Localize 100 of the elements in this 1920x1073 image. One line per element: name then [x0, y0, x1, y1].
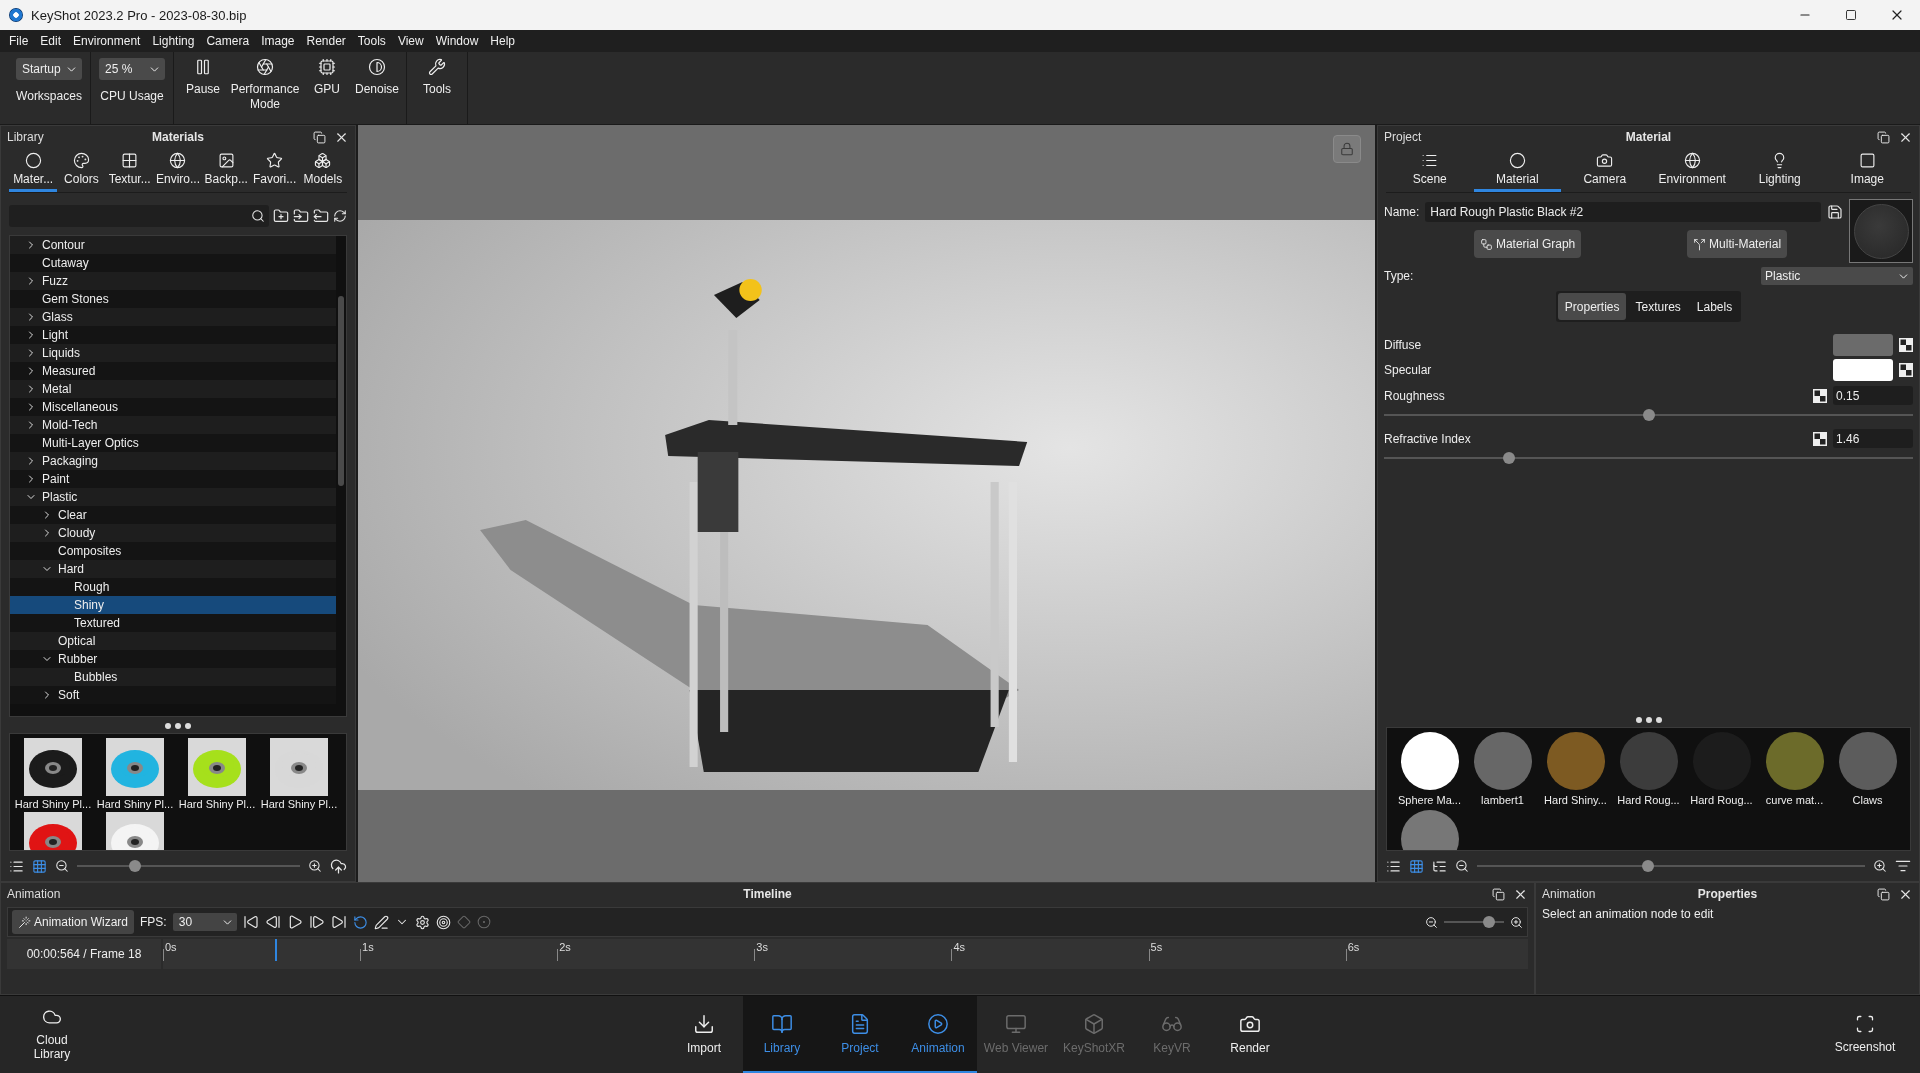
wizard-button[interactable]: Animation Wizard: [12, 910, 135, 934]
menu-item[interactable]: Camera: [200, 34, 256, 48]
tree-item[interactable]: Light: [10, 326, 336, 344]
save-icon: [1827, 204, 1843, 220]
menu-item[interactable]: Lighting: [146, 34, 201, 48]
slider-thumb[interactable]: [128, 860, 141, 872]
dock-button[interactable]: Cloud Library: [0, 996, 104, 1073]
tree-item[interactable]: Optical: [10, 632, 336, 650]
slider-thumb[interactable]: [1483, 916, 1495, 928]
zoom-slider[interactable]: [77, 860, 300, 872]
project-tab[interactable]: Environment: [1648, 148, 1736, 192]
tree-item[interactable]: Soft: [10, 686, 336, 704]
value-field[interactable]: 0.15: [1833, 386, 1913, 405]
tree-item[interactable]: Fuzz: [10, 272, 336, 290]
slider-thumb[interactable]: [1503, 452, 1516, 464]
tree-item[interactable]: Gem Stones: [10, 290, 336, 308]
tree-item[interactable]: Clear: [10, 506, 336, 524]
menu-item[interactable]: Tools: [351, 34, 392, 48]
project-tab[interactable]: Camera: [1561, 148, 1649, 192]
library-tab[interactable]: Enviro...: [153, 148, 203, 192]
dock-button[interactable]: Library: [743, 996, 821, 1073]
project-tab[interactable]: Scene: [1386, 148, 1474, 192]
diamond-icon: [456, 915, 471, 929]
toolbar-button[interactable]: GPU: [302, 52, 352, 124]
toolbar-button[interactable]: Performance Mode: [228, 52, 302, 124]
tree-item[interactable]: Textured: [10, 614, 336, 632]
menu-item[interactable]: View: [391, 34, 430, 48]
dock-button[interactable]: Animation: [899, 996, 977, 1073]
tree-item[interactable]: Shiny: [10, 596, 336, 614]
property-slider[interactable]: [1384, 452, 1913, 464]
menu-item[interactable]: Edit: [34, 34, 68, 48]
camera-icon: [1596, 152, 1614, 169]
search-field[interactable]: [9, 205, 269, 227]
menu-item[interactable]: Render: [300, 34, 352, 48]
dock-button[interactable]: Import: [665, 996, 743, 1073]
property-label: Diffuse: [1384, 337, 1423, 352]
menu-item[interactable]: File: [3, 34, 35, 48]
thumbnail-label: Hard Shiny Pl...: [178, 798, 256, 810]
tree-item[interactable]: Glass: [10, 308, 336, 326]
cubes-icon: [314, 152, 332, 169]
library-tab[interactable]: Mater...: [9, 148, 58, 192]
action-button[interactable]: Material Graph: [1473, 230, 1582, 258]
sub-tab[interactable]: Properties: [1557, 293, 1627, 320]
material-ball[interactable]: [1400, 732, 1459, 790]
tree-item[interactable]: Mold-Tech: [10, 416, 336, 434]
sub-tab[interactable]: Labels: [1689, 293, 1740, 320]
tree-item[interactable]: Measured: [10, 362, 336, 380]
tree-item[interactable]: Bubbles: [10, 668, 336, 686]
zoom-in-icon: [1510, 915, 1523, 929]
menu-item[interactable]: Help: [484, 34, 522, 48]
tree-view-icon: [1432, 858, 1447, 874]
playhead[interactable]: [274, 939, 277, 961]
project-tab[interactable]: Image: [1823, 148, 1911, 192]
fps-dropdown[interactable]: 30: [172, 913, 237, 931]
menu-item[interactable]: Window: [429, 34, 485, 48]
tree-item[interactable]: Contour: [10, 236, 336, 254]
toolbar-button[interactable]: Pause: [178, 52, 228, 124]
library-tab[interactable]: Colors: [57, 148, 106, 192]
menu-item[interactable]: Image: [255, 34, 301, 48]
project-tab[interactable]: Lighting: [1736, 148, 1824, 192]
tree-item[interactable]: Multi-Layer Optics: [10, 434, 336, 452]
slider-thumb[interactable]: [1641, 860, 1654, 872]
zoom-slider[interactable]: [1444, 916, 1504, 928]
toolbar-button[interactable]: Tools: [411, 52, 463, 124]
tree-item[interactable]: Composites: [10, 542, 336, 560]
dropdown[interactable]: Startup: [16, 58, 82, 80]
tree-item[interactable]: Cutaway: [10, 254, 336, 272]
tree-item[interactable]: Plastic: [10, 488, 336, 506]
library-tab[interactable]: Favori...: [250, 148, 299, 192]
tree-item[interactable]: Cloudy: [10, 524, 336, 542]
tree-item[interactable]: Paint: [10, 470, 336, 488]
dock-button[interactable]: Render: [1211, 996, 1289, 1073]
name-field[interactable]: Hard Rough Plastic Black #2: [1425, 202, 1821, 222]
dropdown[interactable]: 25 %: [99, 58, 165, 80]
slider-thumb[interactable]: [1642, 409, 1655, 421]
color-well[interactable]: [1833, 358, 1893, 381]
project-tab[interactable]: Material: [1473, 148, 1561, 192]
lock-button[interactable]: [1333, 135, 1361, 163]
tree-item[interactable]: Hard: [10, 560, 336, 578]
library-tab[interactable]: Backp...: [202, 148, 251, 192]
toolbar-button[interactable]: Denoise: [352, 52, 402, 124]
sub-tab[interactable]: Textures: [1628, 293, 1688, 320]
tree-item[interactable]: Packaging: [10, 452, 336, 470]
tree-item[interactable]: Metal: [10, 380, 336, 398]
tree-item[interactable]: Rubber: [10, 650, 336, 668]
timeline-ruler[interactable]: 0s 1s 2s 3s 4s 5s 6s: [163, 939, 1528, 969]
type-dropdown[interactable]: Plastic: [1761, 267, 1913, 285]
dock-button[interactable]: Screenshot: [1810, 996, 1920, 1073]
color-well[interactable]: [1833, 333, 1893, 356]
action-button[interactable]: Multi-Material: [1687, 230, 1788, 258]
zoom-slider[interactable]: [1477, 860, 1865, 872]
dock-button[interactable]: Project: [821, 996, 899, 1073]
tree-item[interactable]: Liquids: [10, 344, 336, 362]
menu-item[interactable]: Environment: [67, 34, 147, 48]
property-slider[interactable]: [1384, 409, 1913, 421]
library-tab[interactable]: Textur...: [105, 148, 154, 192]
library-tab[interactable]: Models: [298, 148, 347, 192]
value-field[interactable]: 1.46: [1833, 429, 1913, 448]
tree-item[interactable]: Rough: [10, 578, 336, 596]
tree-item[interactable]: Miscellaneous: [10, 398, 336, 416]
